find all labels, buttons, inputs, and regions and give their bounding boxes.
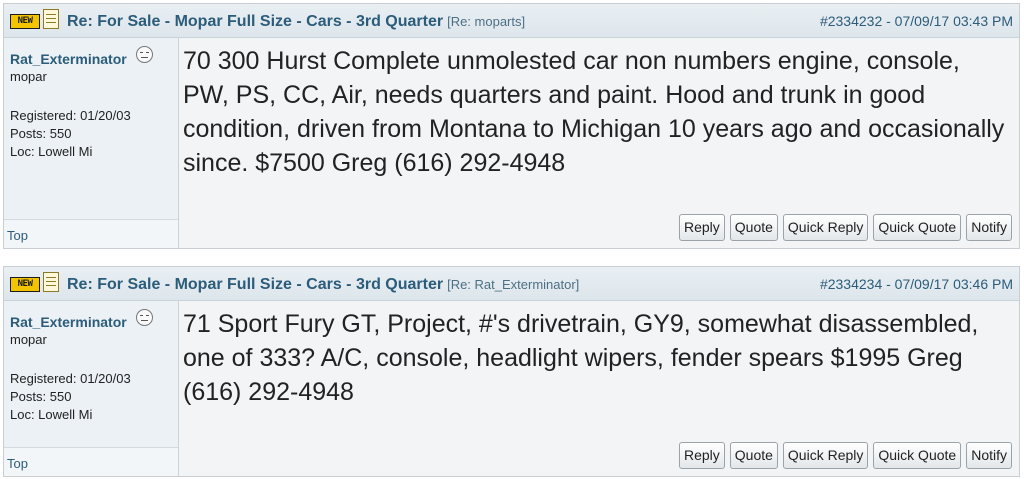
- post-body: 71 Sport Fury GT, Project, #'s drivetrai…: [183, 310, 979, 406]
- author-name[interactable]: Rat_Exterminator: [10, 314, 127, 330]
- offline-status-face-icon: [136, 309, 153, 326]
- top-link[interactable]: Top: [7, 228, 28, 243]
- post-body: 70 300 Hurst Complete unmolested car non…: [183, 47, 1005, 177]
- offline-status-face-icon: [136, 46, 153, 63]
- reply-to-tag[interactable]: [Re: moparts]: [447, 14, 525, 29]
- notify-button[interactable]: Notify: [966, 214, 1012, 241]
- quick-reply-button[interactable]: Quick Reply: [782, 214, 869, 241]
- post-header: NEW Re: For Sale - Mopar Full Size - Car…: [4, 267, 1019, 301]
- author-panel: Rat_Exterminator mopar Registered: 01/20…: [4, 301, 179, 476]
- post-actions: Reply Quote Quick Reply Quick Quote Noti…: [678, 442, 1012, 469]
- quote-button[interactable]: Quote: [729, 214, 778, 241]
- top-link[interactable]: Top: [7, 456, 28, 471]
- user-location: Loc: Lowell Mi: [10, 144, 93, 159]
- new-post-badge-icon: NEW: [10, 14, 40, 29]
- notify-button[interactable]: Notify: [966, 442, 1012, 469]
- user-location: Loc: Lowell Mi: [10, 407, 93, 422]
- subject-text[interactable]: Re: For Sale - Mopar Full Size - Cars - …: [67, 13, 443, 30]
- subject-text[interactable]: Re: For Sale - Mopar Full Size - Cars - …: [67, 276, 443, 293]
- post-count: Posts: 550: [10, 389, 72, 404]
- post-subject[interactable]: Re: For Sale - Mopar Full Size - Cars - …: [67, 13, 525, 31]
- quick-reply-button[interactable]: Quick Reply: [782, 442, 869, 469]
- new-post-badge-icon: NEW: [10, 277, 40, 292]
- author-name[interactable]: Rat_Exterminator: [10, 51, 127, 67]
- quote-button[interactable]: Quote: [729, 442, 778, 469]
- post-number-date[interactable]: #2334234 - 07/09/17 03:46 PM: [820, 276, 1013, 292]
- post-count: Posts: 550: [10, 126, 72, 141]
- reply-button[interactable]: Reply: [678, 442, 725, 469]
- user-info: Registered: 01/20/03 Posts: 550 Loc: Low…: [10, 370, 131, 424]
- reply-button[interactable]: Reply: [678, 214, 725, 241]
- reply-to-tag[interactable]: [Re: Rat_Exterminator]: [447, 277, 579, 292]
- top-link-bar: Top: [4, 447, 178, 476]
- document-icon: [43, 272, 59, 292]
- user-title: mopar: [10, 332, 47, 347]
- registered-date: Registered: 01/20/03: [10, 371, 131, 386]
- post-subject[interactable]: Re: For Sale - Mopar Full Size - Cars - …: [67, 276, 579, 294]
- registered-date: Registered: 01/20/03: [10, 108, 131, 123]
- post-actions: Reply Quote Quick Reply Quick Quote Noti…: [678, 214, 1012, 241]
- quick-quote-button[interactable]: Quick Quote: [873, 214, 962, 241]
- top-link-bar: Top: [4, 219, 178, 248]
- post-header: NEW Re: For Sale - Mopar Full Size - Car…: [4, 4, 1019, 38]
- user-title: mopar: [10, 69, 47, 84]
- post-number-date[interactable]: #2334232 - 07/09/17 03:43 PM: [820, 13, 1013, 29]
- user-info: Registered: 01/20/03 Posts: 550 Loc: Low…: [10, 107, 131, 161]
- forum-post: NEW Re: For Sale - Mopar Full Size - Car…: [3, 266, 1020, 477]
- author-panel: Rat_Exterminator mopar Registered: 01/20…: [4, 38, 179, 248]
- quick-quote-button[interactable]: Quick Quote: [873, 442, 962, 469]
- forum-post: NEW Re: For Sale - Mopar Full Size - Car…: [3, 3, 1020, 249]
- document-icon: [43, 9, 59, 29]
